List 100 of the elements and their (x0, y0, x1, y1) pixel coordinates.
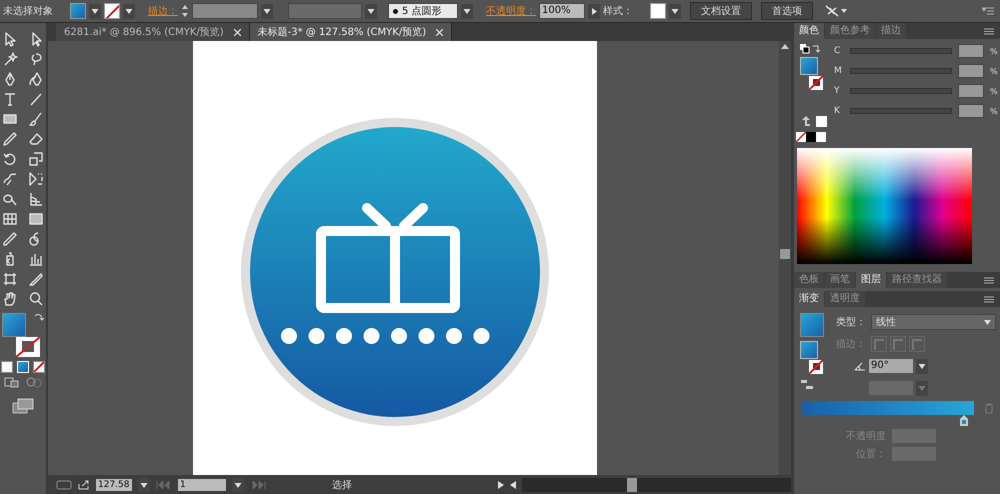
column-graph-icon[interactable] (28, 251, 44, 267)
panel-tab[interactable]: 描边 (876, 23, 906, 39)
document-tab[interactable]: 6281.ai* @ 896.5% (CMYK/预览) (56, 23, 250, 41)
page-field[interactable]: 1 (178, 478, 226, 490)
swatch[interactable] (816, 132, 826, 142)
panel-menu-icon[interactable] (982, 7, 994, 15)
channel-value-field[interactable] (958, 84, 984, 98)
panel-menu-icon[interactable] (984, 276, 994, 284)
color-mode-button[interactable] (1, 361, 13, 373)
panel-tab[interactable]: 透明度 (825, 291, 865, 307)
dropdown-button[interactable] (669, 4, 681, 18)
export-icon[interactable] (78, 480, 90, 490)
variable-width-field[interactable] (288, 3, 362, 19)
spinner-icon[interactable] (181, 4, 189, 18)
artboard-tool-icon[interactable] (2, 271, 18, 287)
toolbar-button[interactable]: 文档设置 (690, 2, 752, 20)
channel-value-field[interactable] (958, 64, 984, 78)
fill-swatch[interactable] (800, 341, 818, 359)
perspective-grid-icon[interactable] (28, 191, 44, 207)
dropdown-button[interactable] (916, 358, 928, 374)
panel-tab[interactable]: 色板 (794, 272, 824, 288)
opacity-field[interactable]: 100% (539, 3, 585, 19)
document-tab[interactable]: 未标题-3* @ 127.58% (CMYK/预览) (250, 23, 452, 41)
close-icon[interactable] (436, 28, 444, 36)
channel-slider[interactable] (850, 88, 952, 94)
dropdown-button[interactable] (365, 4, 377, 18)
curvature-pen-icon[interactable] (28, 71, 44, 87)
zoom-icon[interactable] (28, 291, 44, 307)
mesh-tool-icon[interactable] (2, 211, 18, 227)
gradient-mode-button[interactable] (17, 361, 29, 373)
expand-button[interactable] (588, 4, 600, 18)
panel-tab[interactable]: 颜色 (794, 23, 824, 39)
warp-tool-icon[interactable] (2, 171, 18, 187)
stroke-swatch[interactable] (809, 76, 823, 90)
channel-slider[interactable] (850, 48, 952, 54)
style-swatch[interactable] (650, 3, 666, 19)
default-colors-icon[interactable] (800, 44, 822, 54)
screen-mode-icon[interactable] (12, 398, 34, 414)
draw-mode-icon[interactable] (25, 377, 43, 388)
eraser-icon[interactable] (28, 131, 44, 147)
channel-value-field[interactable] (958, 104, 984, 118)
reverse-gradient-icon[interactable] (800, 379, 814, 391)
panel-tab[interactable]: 画笔 (825, 272, 855, 288)
dropdown-button[interactable] (461, 4, 473, 18)
stroke-swatch[interactable] (104, 3, 120, 19)
brush-field[interactable]: 5 点圆形 (388, 3, 458, 19)
out-of-gamut-icon[interactable] (802, 116, 810, 126)
draw-mode-icon[interactable] (3, 377, 21, 388)
paintbrush-icon[interactable] (28, 111, 44, 127)
dropdown-button[interactable] (138, 478, 150, 492)
channel-slider[interactable] (850, 108, 952, 114)
isolate-icon[interactable] (824, 4, 848, 18)
panel-menu-icon[interactable] (984, 28, 994, 34)
angle-field[interactable]: 90° (869, 359, 913, 373)
zoom-field[interactable]: 127.58 (96, 478, 132, 490)
toolbar-button[interactable]: 首选项 (761, 2, 813, 20)
scrollbar-thumb[interactable] (626, 478, 636, 492)
fill-swatch[interactable] (2, 313, 26, 337)
scroll-left-icon[interactable] (510, 480, 516, 488)
swap-icon[interactable] (34, 313, 44, 323)
gradient-stop-icon[interactable] (959, 415, 969, 427)
panel-tab[interactable]: 路径查找器 (887, 272, 947, 288)
free-transform-icon[interactable] (28, 171, 44, 187)
gradient-type-dropdown[interactable]: 线性 (871, 314, 996, 330)
close-icon[interactable] (234, 28, 241, 36)
line-tool-icon[interactable] (28, 91, 44, 107)
channel-value-field[interactable] (958, 44, 984, 58)
panel-tab[interactable]: 图层 (856, 272, 886, 288)
artboard-nav-icon[interactable] (56, 480, 72, 490)
rotate-tool-icon[interactable] (2, 151, 18, 167)
gamut-swatch[interactable] (816, 116, 827, 126)
stroke-weight-field[interactable] (192, 3, 258, 19)
magic-wand-icon[interactable] (2, 51, 18, 67)
fill-swatch[interactable] (800, 57, 818, 75)
play-icon[interactable] (498, 480, 504, 488)
swatch[interactable] (806, 132, 816, 142)
scale-tool-icon[interactable] (28, 151, 44, 167)
panel-tab[interactable]: 颜色参考 (825, 23, 875, 39)
panel-tab[interactable]: 渐变 (794, 291, 824, 307)
dropdown-button[interactable] (261, 4, 273, 18)
hand-tool-icon[interactable] (2, 291, 18, 307)
dropdown-button[interactable] (123, 4, 135, 18)
none-mode-button[interactable] (33, 361, 45, 373)
eyedropper-icon[interactable] (2, 231, 18, 247)
none-swatch[interactable] (796, 132, 806, 142)
gradient-tool-icon[interactable] (28, 211, 44, 227)
dropdown-button[interactable] (232, 478, 244, 492)
slice-tool-icon[interactable] (28, 271, 44, 287)
current-tool-label[interactable]: 选择 (332, 478, 492, 492)
pencil-icon[interactable] (2, 131, 18, 147)
scrollbar-thumb[interactable] (780, 249, 790, 259)
stroke-swatch[interactable] (809, 360, 823, 374)
type-tool-icon[interactable] (2, 91, 18, 107)
channel-slider[interactable] (850, 68, 952, 74)
stroke-swatch[interactable] (16, 337, 40, 357)
dropdown-button[interactable] (89, 4, 101, 18)
scroll-up-icon[interactable] (781, 44, 789, 49)
panel-menu-icon[interactable] (984, 296, 994, 302)
fill-swatch[interactable] (70, 3, 86, 19)
color-spectrum[interactable] (797, 148, 972, 264)
